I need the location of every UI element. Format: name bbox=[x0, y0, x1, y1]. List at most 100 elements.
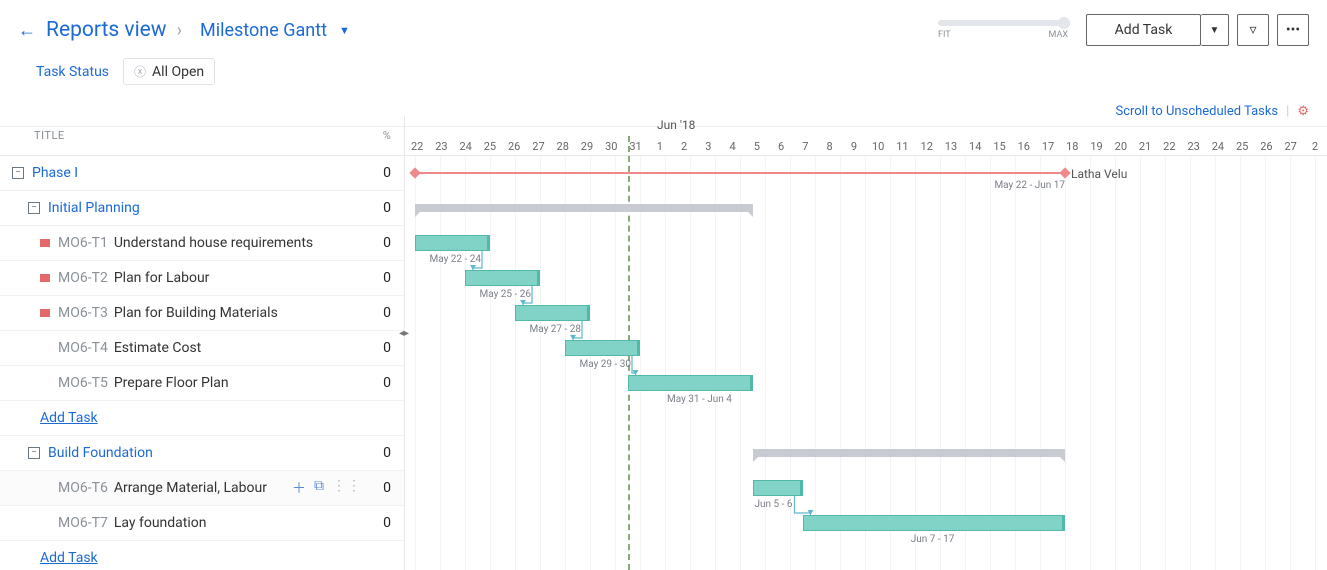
day-tick: 21 bbox=[1133, 140, 1157, 153]
bar-date-label: May 22 - Jun 17 bbox=[994, 180, 1065, 191]
add-subtask-icon[interactable]: ＋ bbox=[292, 478, 306, 498]
day-tick: 12 bbox=[915, 140, 939, 153]
day-tick: 10 bbox=[866, 140, 890, 153]
filter-pill-label: All Open bbox=[152, 64, 204, 80]
task-code: MO6-T5 bbox=[58, 375, 108, 391]
assignee-label: Latha Velu bbox=[1071, 167, 1127, 181]
task-bar[interactable]: May 29 - 30 bbox=[565, 340, 640, 356]
day-tick: 23 bbox=[1182, 140, 1206, 153]
clear-filter-icon[interactable]: ⓧ bbox=[134, 63, 146, 80]
day-tick: 19 bbox=[1084, 140, 1108, 153]
task-row[interactable]: MO6-T7Lay foundation0 bbox=[0, 506, 404, 541]
collapse-icon[interactable]: − bbox=[12, 167, 24, 179]
percent-cell: 0 bbox=[370, 270, 404, 286]
day-tick: 27 bbox=[526, 140, 550, 153]
task-row[interactable]: MO6-T6Arrange Material, Labour＋⧉⋮⋮0 bbox=[0, 471, 404, 506]
percent-cell: 0 bbox=[370, 235, 404, 251]
add-task-dropdown[interactable]: ▼ bbox=[1201, 14, 1229, 46]
phase-label: Phase I bbox=[32, 165, 78, 181]
percent-cell: 0 bbox=[370, 340, 404, 356]
task-row[interactable]: MO6-T3Plan for Building Materials0 bbox=[0, 296, 404, 331]
day-tick: 17 bbox=[1036, 140, 1060, 153]
task-label: Understand house requirements bbox=[114, 235, 313, 251]
task-code: MO6-T2 bbox=[58, 270, 108, 286]
day-tick: 26 bbox=[502, 140, 526, 153]
more-menu-button[interactable]: ••• bbox=[1277, 14, 1309, 46]
day-tick: 18 bbox=[1060, 140, 1084, 153]
group-label: Initial Planning bbox=[48, 200, 140, 216]
task-row[interactable]: MO6-T1Understand house requirements0 bbox=[0, 226, 404, 261]
day-tick: 23 bbox=[429, 140, 453, 153]
back-arrow-icon[interactable]: ← bbox=[18, 20, 36, 41]
drag-handle-icon[interactable]: ⋮⋮ bbox=[332, 478, 362, 498]
percent-cell: 0 bbox=[370, 375, 404, 391]
task-label: Plan for Labour bbox=[114, 270, 210, 286]
task-bar[interactable]: Jun 7 - 17 bbox=[803, 515, 1066, 531]
day-tick: 14 bbox=[963, 140, 987, 153]
add-task-link[interactable]: Add Task bbox=[40, 550, 98, 566]
add-task-button[interactable]: Add Task bbox=[1086, 14, 1201, 46]
group-summary-bar[interactable] bbox=[415, 204, 753, 212]
bar-date-label: May 31 - Jun 4 bbox=[667, 394, 732, 405]
column-header-percent: % bbox=[370, 129, 404, 142]
bar-date-label: Jun 5 - 6 bbox=[755, 499, 793, 510]
milestone-bar[interactable]: May 22 - Jun 17 bbox=[415, 172, 1065, 174]
group-row[interactable]: −Build Foundation0 bbox=[0, 436, 404, 471]
percent-cell: 0 bbox=[370, 445, 404, 461]
day-tick: 4 bbox=[720, 140, 744, 153]
zoom-slider[interactable]: FIT .... MAX bbox=[938, 20, 1068, 40]
timeline-icon[interactable]: ⧉ bbox=[314, 478, 324, 498]
task-bar[interactable]: Jun 5 - 6 bbox=[753, 480, 803, 496]
timeline-days: 2223242526272829303112345678910111213141… bbox=[405, 140, 1327, 153]
add-task-link[interactable]: Add Task bbox=[40, 410, 98, 426]
task-row[interactable]: MO6-T5Prepare Floor Plan0 bbox=[0, 366, 404, 401]
view-title[interactable]: Milestone Gantt bbox=[200, 20, 327, 41]
day-tick: 1 bbox=[648, 140, 672, 153]
group-summary-bar[interactable] bbox=[753, 449, 1066, 457]
day-tick: 7 bbox=[793, 140, 817, 153]
bar-date-label: Jun 7 - 17 bbox=[911, 534, 955, 545]
day-tick: 8 bbox=[818, 140, 842, 153]
percent-cell: 0 bbox=[370, 165, 404, 181]
zoom-max-label: MAX bbox=[1049, 30, 1068, 40]
bar-date-label: May 29 - 30 bbox=[580, 359, 632, 370]
task-code: MO6-T7 bbox=[58, 515, 108, 531]
day-tick: 20 bbox=[1109, 140, 1133, 153]
column-header-title: TITLE bbox=[0, 129, 370, 142]
percent-cell: 0 bbox=[370, 305, 404, 321]
filter-pill-all-open[interactable]: ⓧ All Open bbox=[123, 58, 215, 85]
day-tick: 22 bbox=[405, 140, 429, 153]
task-code: MO6-T4 bbox=[58, 340, 108, 356]
day-tick: 26 bbox=[1254, 140, 1278, 153]
task-status-link[interactable]: Task Status bbox=[36, 64, 109, 80]
day-tick: 30 bbox=[599, 140, 623, 153]
bar-date-label: May 22 - 24 bbox=[430, 254, 482, 265]
add-task-row[interactable]: Add Task bbox=[0, 541, 404, 570]
percent-cell: 0 bbox=[370, 480, 404, 496]
percent-cell: 0 bbox=[370, 200, 404, 216]
add-task-row[interactable]: Add Task bbox=[0, 401, 404, 436]
day-tick: 22 bbox=[1157, 140, 1181, 153]
percent-cell: 0 bbox=[370, 515, 404, 531]
day-tick: 9 bbox=[842, 140, 866, 153]
breadcrumb-reports-view[interactable]: Reports view bbox=[46, 18, 167, 42]
phase-row[interactable]: −Phase I 0 bbox=[0, 156, 404, 191]
task-bar[interactable]: May 22 - 24 bbox=[415, 235, 490, 251]
day-tick: 24 bbox=[1206, 140, 1230, 153]
task-row[interactable]: MO6-T2 Plan for Labour 0 bbox=[0, 261, 404, 296]
task-bar[interactable]: May 27 - 28 bbox=[515, 305, 590, 321]
task-code: MO6-T3 bbox=[58, 305, 108, 321]
task-code: MO6-T6 bbox=[58, 480, 108, 496]
flag-icon bbox=[40, 274, 50, 282]
day-tick: 25 bbox=[478, 140, 502, 153]
collapse-icon[interactable]: − bbox=[28, 202, 40, 214]
collapse-icon[interactable]: − bbox=[28, 447, 40, 459]
view-dropdown-icon[interactable]: ▼ bbox=[339, 24, 350, 37]
task-row[interactable]: MO6-T4Estimate Cost0 bbox=[0, 331, 404, 366]
task-bar[interactable]: May 25 - 26 bbox=[465, 270, 540, 286]
chevron-right-icon: › bbox=[177, 20, 182, 41]
filter-icon-button[interactable]: ▿ bbox=[1237, 14, 1269, 46]
flag-icon bbox=[40, 309, 50, 317]
task-bar[interactable]: May 31 - Jun 4 bbox=[628, 375, 753, 391]
group-row[interactable]: −Initial Planning 0 bbox=[0, 191, 404, 226]
